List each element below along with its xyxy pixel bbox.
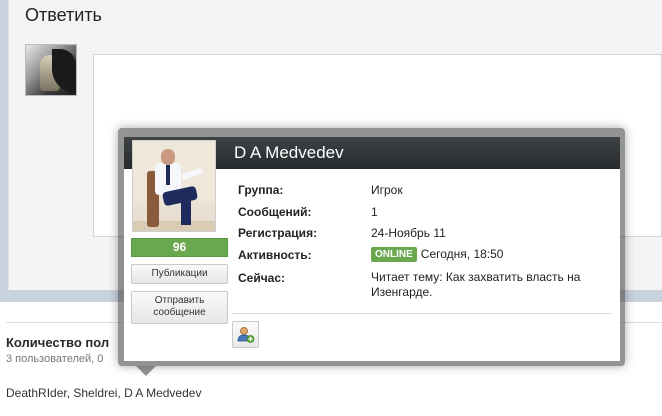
user-link[interactable]: Sheldrei bbox=[73, 386, 117, 400]
hovercard-username[interactable]: D A Medvedev bbox=[234, 143, 344, 163]
online-users-list: DeathRIder, Sheldrei, D A Medvedev bbox=[6, 386, 201, 400]
posts-value: 1 bbox=[371, 205, 378, 219]
user-link[interactable]: DeathRIder bbox=[6, 386, 67, 400]
activity-label: Активность: bbox=[238, 248, 312, 262]
add-friend-icon bbox=[237, 327, 255, 343]
user-link[interactable]: D A Medvedev bbox=[124, 386, 201, 400]
current-user-avatar[interactable] bbox=[25, 44, 77, 96]
now-value[interactable]: Читает тему: Как захватить власть на Изе… bbox=[371, 270, 601, 300]
hovercard-divider bbox=[232, 313, 612, 314]
stats-subtitle: 3 пользователей, 0 bbox=[6, 353, 104, 365]
registration-value: 24-Ноябрь 11 bbox=[371, 226, 446, 240]
group-label: Группа: bbox=[238, 183, 284, 197]
stats-title: Количество пол bbox=[6, 335, 110, 350]
send-message-button[interactable]: Отправить сообщение bbox=[131, 291, 228, 324]
user-hovercard: D A Medvedev 96 Публикации Отправить соо… bbox=[124, 137, 620, 361]
registration-label: Регистрация: bbox=[238, 226, 318, 240]
activity-value-row: ONLINE Сегодня, 18:50 bbox=[371, 247, 503, 262]
user-photo[interactable] bbox=[132, 140, 216, 232]
activity-value: Сегодня, 18:50 bbox=[420, 247, 504, 261]
reply-title: Ответить bbox=[25, 5, 102, 25]
add-friend-button[interactable] bbox=[232, 321, 259, 348]
send-message-line1: Отправить bbox=[154, 295, 205, 306]
now-label: Сейчас: bbox=[238, 271, 286, 285]
posts-label: Сообщений: bbox=[238, 205, 312, 219]
group-value: Игрок bbox=[371, 183, 403, 197]
hovercard-arrow bbox=[136, 366, 156, 376]
online-badge: ONLINE bbox=[371, 247, 417, 262]
publications-button[interactable]: Публикации bbox=[131, 264, 228, 284]
reputation-badge: 96 bbox=[131, 238, 228, 257]
send-message-line2: сообщение bbox=[153, 307, 206, 318]
